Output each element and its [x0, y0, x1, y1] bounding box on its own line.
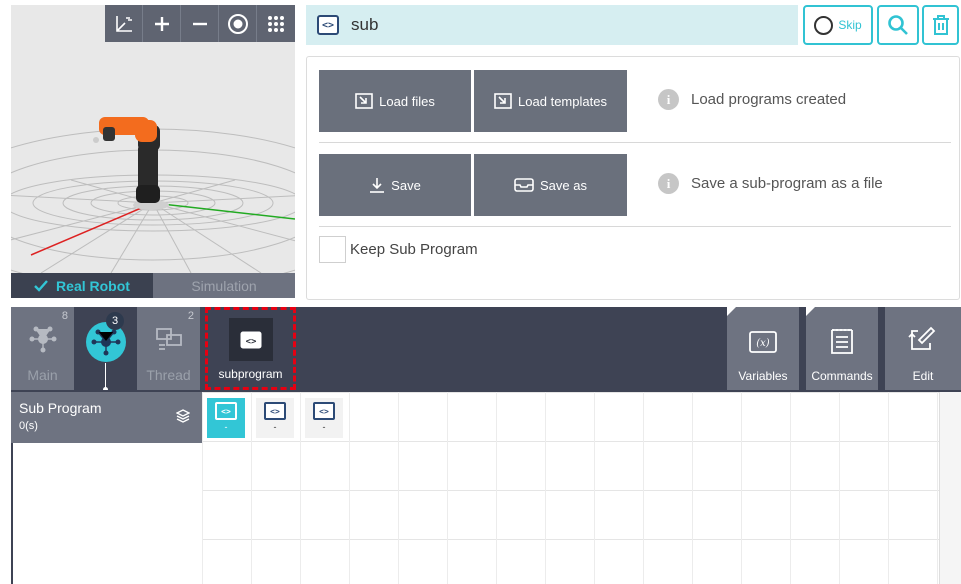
load-templates-button[interactable]: Load templates [474, 70, 627, 132]
mode-thread[interactable]: 2 Thread [137, 307, 200, 390]
program-title-bar: <> sub [306, 5, 798, 45]
variables-label: Variables [738, 369, 788, 383]
timeline-track-labels [13, 443, 202, 584]
info-icon: i [658, 89, 679, 110]
layers-icon[interactable] [175, 408, 191, 427]
subprogram-icon: <> [229, 318, 273, 361]
thread-icon [155, 327, 183, 351]
tab-real-robot[interactable]: Real Robot [11, 273, 153, 298]
app-root: Real Robot Simulation <> sub Skip Load f… [0, 0, 961, 584]
load-info: i Load programs created [658, 89, 846, 110]
svg-text:<>: <> [246, 337, 257, 347]
subprogram-tile[interactable]: <> subprogram [205, 307, 296, 390]
robot-3d-viewport[interactable]: Real Robot Simulation [11, 5, 295, 298]
timeline-cell[interactable]: <> - [305, 398, 343, 438]
subprogram-icon: <> [215, 402, 237, 420]
robot-scene [11, 5, 295, 273]
timeline-cell[interactable]: <> - [207, 398, 245, 438]
zoom-out-icon[interactable] [181, 5, 219, 42]
save-as-button[interactable]: Save as [474, 154, 627, 216]
timeline-connector [105, 363, 106, 390]
subprogram-count: 3 [106, 312, 124, 330]
skip-button[interactable]: Skip [803, 5, 873, 45]
search-button[interactable] [877, 5, 919, 45]
subprogram-icon: <> [264, 402, 286, 420]
search-icon [887, 14, 909, 36]
timeline-cell-caption: - [224, 422, 228, 432]
divider [319, 226, 951, 227]
commands-button[interactable]: Commands [806, 307, 878, 390]
skip-label: Skip [838, 18, 862, 32]
edit-icon [908, 325, 938, 353]
edit-button[interactable]: Edit [885, 307, 961, 390]
circle-icon [814, 15, 834, 35]
sub-program-time: 0(s) [19, 420, 38, 432]
sub-program-header: Sub Program 0(s) [11, 392, 202, 443]
viewport-mode-tabs: Real Robot Simulation [11, 273, 295, 298]
mode-subprogram[interactable]: 3 [74, 307, 137, 392]
info-icon: i [658, 173, 679, 194]
variables-button[interactable]: (x) Variables [727, 307, 799, 390]
load-templates-label: Load templates [518, 93, 607, 109]
variables-icon: (x) [749, 331, 777, 353]
timeline-cell[interactable]: <> - [256, 398, 294, 438]
svg-text:(x): (x) [756, 338, 770, 349]
subprogram-tile-label: subprogram [218, 367, 283, 381]
timeline-scrollbar[interactable] [939, 392, 961, 584]
save-as-label: Save as [540, 177, 587, 193]
corner-marker [727, 307, 736, 316]
corner-marker [806, 307, 815, 316]
keep-subprogram-checkbox[interactable] [319, 236, 346, 263]
download-icon [369, 177, 385, 193]
zoom-in-icon[interactable] [143, 5, 181, 42]
grid-menu-icon[interactable] [257, 5, 295, 42]
viewport-toolbar [105, 5, 295, 42]
trash-icon [931, 14, 951, 36]
tab-simulation-label: Simulation [191, 277, 257, 294]
keep-subprogram-label: Keep Sub Program [350, 241, 478, 258]
save-button[interactable]: Save [319, 154, 471, 216]
tab-simulation[interactable]: Simulation [153, 273, 295, 298]
commands-label: Commands [811, 369, 873, 383]
eye-icon[interactable] [219, 5, 257, 42]
commands-icon [830, 327, 854, 355]
main-program-icon [28, 325, 58, 353]
main-count: 8 [61, 310, 68, 322]
mode-thread-label: Thread [146, 367, 191, 383]
load-files-button[interactable]: Load files [319, 70, 471, 132]
mode-main-label: Main [27, 367, 58, 383]
delete-button[interactable] [922, 5, 959, 45]
import-icon [494, 93, 512, 109]
import-icon [355, 93, 373, 109]
timeline-cell-caption: - [322, 422, 326, 432]
save-info-text: Save a sub-program as a file [691, 175, 883, 192]
save-info: i Save a sub-program as a file [658, 173, 883, 194]
save-as-icon [514, 178, 534, 192]
timeline-cell-caption: - [273, 422, 277, 432]
thread-count: 2 [187, 310, 194, 322]
divider [319, 142, 951, 143]
edit-label: Edit [912, 369, 934, 383]
axes-view-icon[interactable] [105, 5, 143, 42]
mode-main[interactable]: 8 Main [11, 307, 74, 390]
subprogram-icon: <> [317, 15, 339, 35]
load-info-text: Load programs created [691, 91, 847, 108]
check-icon [34, 279, 48, 292]
program-title: sub [351, 15, 379, 34]
subprogram-icon: <> [313, 402, 335, 420]
load-files-label: Load files [379, 93, 435, 109]
subprogram-file-panel: Load files Load templates i Load program… [306, 56, 960, 300]
save-label: Save [391, 177, 421, 193]
tab-real-robot-label: Real Robot [56, 277, 130, 294]
sub-program-title: Sub Program [19, 400, 102, 416]
